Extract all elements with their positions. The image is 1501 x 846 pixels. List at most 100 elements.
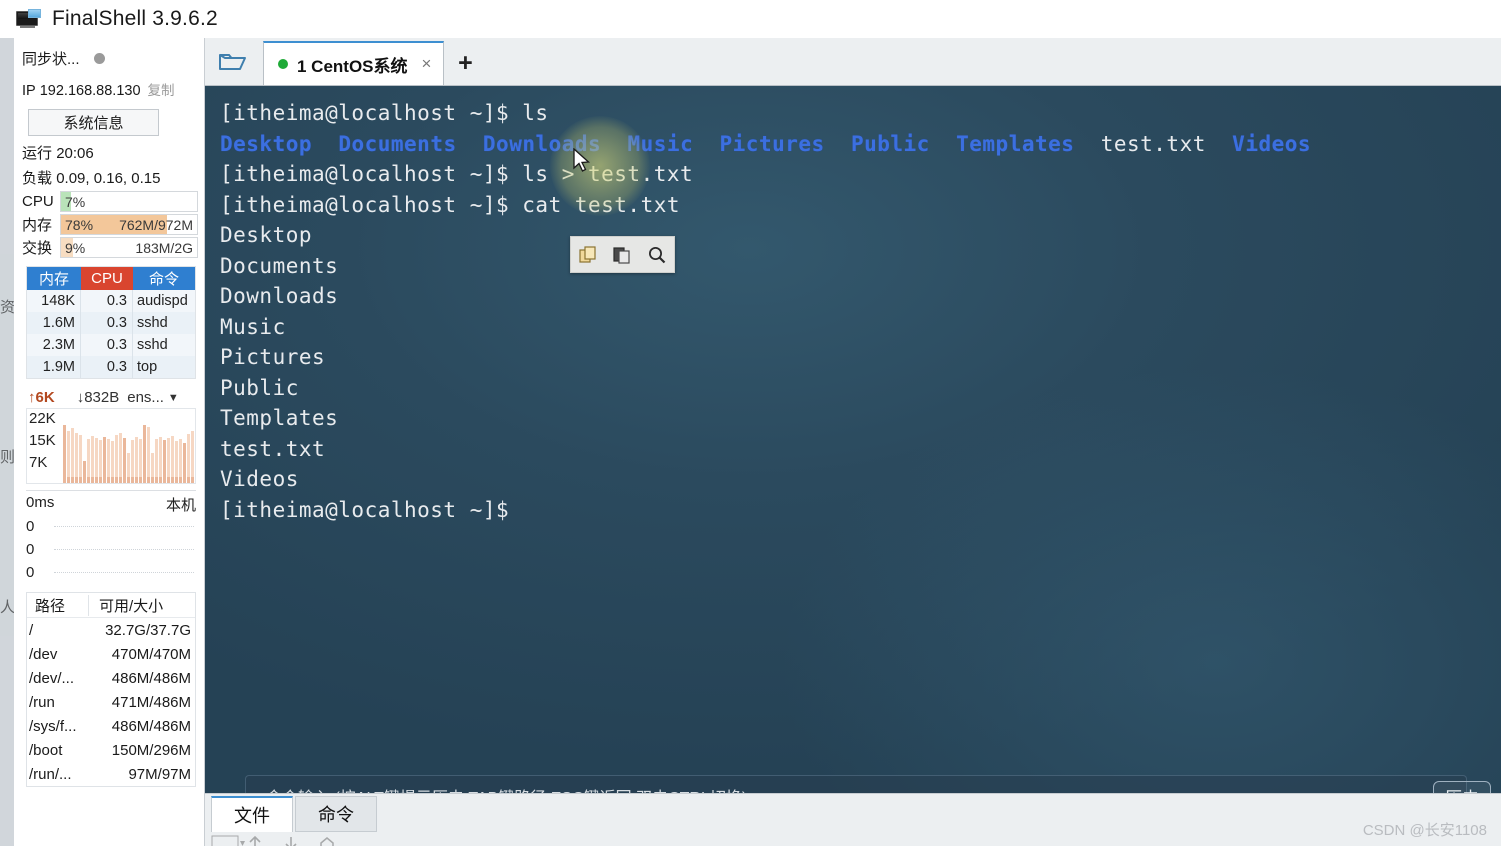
cpu-meter: CPU 7% (14, 190, 204, 213)
process-cpu: 0.3 (81, 290, 133, 312)
latency-row: 0 (26, 538, 196, 561)
process-cpu: 0.3 (81, 356, 133, 378)
latency-row: 0 (26, 515, 196, 538)
process-header-cpu[interactable]: CPU (81, 267, 133, 290)
network-bar (91, 436, 94, 483)
title-bar: FinalShell 3.9.6.2 (0, 0, 1501, 38)
ip-row: IP 192.168.88.130 复制 (14, 75, 204, 103)
latency-rows: 000 (26, 515, 196, 584)
network-bar (75, 433, 78, 483)
system-info-button[interactable]: 系统信息 (28, 109, 159, 136)
process-header-memory[interactable]: 内存 (27, 267, 81, 290)
network-bar-base (83, 477, 86, 483)
disk-size: 486M/486M (111, 717, 191, 735)
network-graph: 22K 15K 7K (26, 408, 196, 484)
process-row[interactable]: 148K 0.3 audispd (27, 290, 195, 312)
memory-meter-label: 内存 (22, 217, 53, 234)
disk-header-path[interactable]: 路径 (27, 594, 89, 616)
home-icon[interactable] (319, 835, 341, 846)
network-bar-base (167, 477, 170, 483)
terminal-output-line: Templates (220, 406, 339, 430)
terminal-output-line: Videos (220, 467, 299, 491)
network-bar (171, 436, 174, 483)
process-row[interactable]: 1.9M 0.3 top (27, 356, 195, 378)
cpu-meter-percent: 7% (65, 193, 86, 210)
disk-row[interactable]: /run 471M/486M (27, 690, 195, 714)
network-bar (115, 435, 118, 483)
disk-path: / (29, 621, 34, 639)
ls-entry: Templates (956, 131, 1075, 156)
terminal-ls-line: Desktop Documents Downloads Music Pictur… (220, 129, 1491, 160)
network-bar-base (155, 477, 158, 483)
load-row: 负载 0.09, 0.16, 0.15 (22, 170, 161, 187)
disk-row[interactable]: /dev/... 486M/486M (27, 666, 195, 690)
tab-files[interactable]: 文件 (211, 796, 293, 832)
copy-ip-link[interactable]: 复制 (148, 79, 175, 99)
cpu-meter-bar: 7% (60, 191, 198, 212)
tab-commands[interactable]: 命令 (295, 796, 377, 832)
download-icon[interactable] (283, 835, 305, 846)
upload-icon: ↑ (28, 389, 36, 406)
network-bar-base (171, 477, 174, 483)
network-scale-0: 22K (29, 410, 56, 427)
search-icon[interactable] (644, 243, 670, 267)
latency-unit: 0ms (26, 494, 55, 511)
disk-path: /boot (29, 741, 63, 759)
network-bar-base (187, 477, 190, 483)
close-icon[interactable]: × (422, 54, 432, 74)
disk-path: /dev/... (29, 669, 75, 687)
disk-size: 486M/486M (111, 669, 191, 687)
terminal-output[interactable]: [itheima@localhost ~]$ ls Desktop Documen… (205, 86, 1501, 824)
network-bar-base (63, 477, 66, 483)
open-folder-icon[interactable] (205, 39, 261, 85)
computer-monitor-icon (16, 9, 42, 29)
network-bar-base (119, 477, 122, 483)
disk-row[interactable]: /run/... 97M/97M (27, 762, 195, 786)
disk-row[interactable]: /dev 470M/470M (27, 642, 195, 666)
network-bar-base (103, 477, 106, 483)
context-mini-toolbar[interactable] (570, 236, 675, 273)
sync-status-label: 同步状... (22, 51, 80, 68)
sync-status-row: 同步状... (14, 38, 204, 75)
watermark: CSDN @长安1108 (1362, 822, 1487, 839)
disk-row[interactable]: /boot 150M/296M (27, 738, 195, 762)
collapsed-panel-edge[interactable]: 资 则 人 (0, 38, 14, 846)
terminal-output-line: Pictures (220, 345, 326, 369)
network-bar-base (79, 477, 82, 483)
ls-entry: Pictures (719, 131, 825, 156)
tab-centos[interactable]: 1 CentOS系统 × (263, 41, 445, 85)
process-header-command[interactable]: 命令 (133, 267, 195, 290)
bottom-panel: 文件 命令 CSDN @长安1108 (205, 793, 1501, 846)
upload-icon[interactable] (247, 835, 269, 846)
new-tab-button[interactable]: + (444, 41, 486, 85)
network-bar (187, 434, 190, 483)
swap-meter-label: 交换 (22, 240, 53, 257)
chevron-down-icon[interactable]: ▼ (168, 392, 179, 404)
tab-status-dot (278, 59, 288, 69)
network-bar-base (159, 477, 162, 483)
latency-header: 0ms 本机 (26, 494, 196, 515)
process-row[interactable]: 2.3M 0.3 sshd (27, 334, 195, 356)
paste-icon[interactable] (609, 243, 635, 267)
network-graph-bars (63, 409, 195, 483)
app-title: FinalShell 3.9.6.2 (52, 7, 218, 30)
disk-header-size[interactable]: 可用/大小 (89, 595, 195, 616)
sync-status-dot (93, 53, 105, 64)
disk-size: 471M/486M (111, 693, 191, 711)
network-bar (71, 428, 74, 483)
uptime-value: 20:06 (56, 145, 94, 162)
process-command: sshd (137, 315, 168, 331)
disk-row[interactable]: /sys/f... 486M/486M (27, 714, 195, 738)
terminal-prompt-line: [itheima@localhost ~]$ cat test.txt (220, 192, 681, 217)
disk-path: /dev (29, 645, 58, 663)
ip-address: IP 192.168.88.130 (22, 83, 141, 99)
copy-icon[interactable] (575, 243, 601, 267)
network-bar-base (139, 477, 142, 483)
disk-row[interactable]: / 32.7G/37.7G (27, 618, 195, 642)
network-bar-base (135, 477, 138, 483)
terminal-prompt-line: [itheima@localhost ~]$ ls > test.txt (220, 162, 694, 186)
process-row[interactable]: 1.6M 0.3 sshd (27, 312, 195, 334)
network-bar-base (143, 477, 146, 483)
dropdown-icon[interactable] (211, 835, 245, 846)
disk-size: 150M/296M (111, 741, 191, 759)
